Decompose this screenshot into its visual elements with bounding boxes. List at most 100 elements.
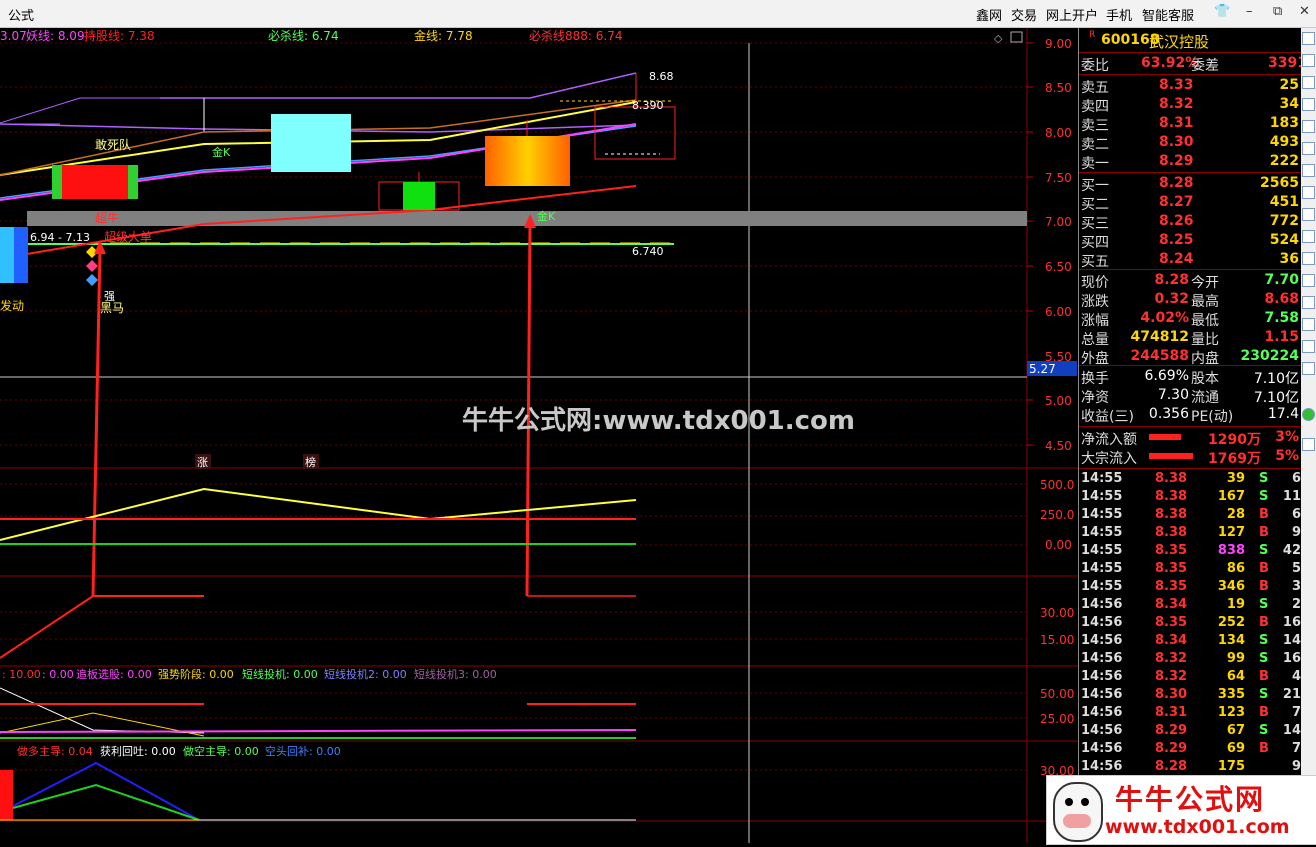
order-ratio-row: 委比 63.92% 委差 3391 bbox=[1079, 54, 1307, 74]
ask-label: 卖四 bbox=[1081, 99, 1109, 115]
quote-value: 230224 bbox=[1240, 348, 1299, 364]
fundamental-value: 6.69% bbox=[1144, 368, 1189, 384]
sub2-axis-label: 30.00 bbox=[1040, 606, 1074, 620]
circle-tool-icon[interactable] bbox=[1302, 408, 1315, 421]
tick-row: 14:56 8.34 134 S 14 bbox=[1079, 632, 1301, 650]
menu-mobile[interactable]: 手机 bbox=[1106, 5, 1132, 24]
menu-trade[interactable]: 交易 bbox=[1011, 5, 1037, 24]
close-icon[interactable]: ✕ bbox=[1299, 4, 1310, 19]
flow-pct: 5% bbox=[1275, 448, 1299, 464]
tool-icon[interactable] bbox=[1302, 98, 1315, 111]
bid-label: 买五 bbox=[1081, 254, 1109, 270]
price-axis-label: 6.50 bbox=[1045, 260, 1072, 274]
bid-price: 8.25 bbox=[1159, 232, 1194, 248]
ind-kill-line: 必杀线: 6.74 bbox=[268, 28, 339, 43]
bid-label: 买三 bbox=[1081, 216, 1109, 232]
tool-icon[interactable] bbox=[1302, 32, 1315, 45]
logo-url: www.tdx001.com bbox=[1105, 816, 1290, 838]
tool-icon[interactable] bbox=[1302, 76, 1315, 89]
menu-customer-service[interactable]: 智能客服 bbox=[1142, 5, 1194, 24]
pin-icon[interactable]: 👕 bbox=[1214, 4, 1230, 19]
bid-price: 8.24 bbox=[1159, 251, 1194, 267]
tick-row: 14:55 8.35 346 B 3 bbox=[1079, 578, 1301, 596]
tool-icon[interactable] bbox=[1302, 142, 1315, 155]
tick-volume: 175 bbox=[1217, 759, 1245, 774]
fundamental-value: 7.10亿 bbox=[1253, 371, 1299, 387]
tool-icon[interactable] bbox=[1302, 230, 1315, 243]
bid-price: 8.28 bbox=[1159, 175, 1194, 191]
tool-icon[interactable] bbox=[1302, 318, 1315, 331]
tool-icon[interactable] bbox=[1302, 252, 1315, 265]
quote-label: 总量 bbox=[1081, 332, 1109, 348]
fundamental-value: 7.10亿 bbox=[1253, 390, 1299, 406]
tick-price: 8.30 bbox=[1155, 687, 1188, 702]
quote-row: 涨幅 4.02% 最低 7.58 bbox=[1079, 309, 1301, 329]
quote-label: 涨跌 bbox=[1081, 294, 1109, 310]
tool-icon[interactable] bbox=[1302, 120, 1315, 133]
bid-label: 买一 bbox=[1081, 178, 1109, 194]
sub3-axis-label: 50.00 bbox=[1040, 687, 1074, 701]
restore-icon[interactable]: ⧉ bbox=[1273, 4, 1282, 19]
tick-side: S bbox=[1259, 489, 1269, 504]
tool-icon[interactable] bbox=[1302, 438, 1315, 451]
quote-row: 总量 474812 量比 1.15 bbox=[1079, 328, 1301, 348]
menu-xinwang[interactable]: 鑫网 bbox=[976, 5, 1002, 24]
cow-mascot-icon bbox=[1053, 782, 1103, 842]
candle-fire bbox=[485, 136, 570, 186]
tick-volume: 39 bbox=[1226, 471, 1245, 486]
quote-value: 1.15 bbox=[1264, 329, 1299, 345]
quote-value: 7.70 bbox=[1264, 272, 1299, 288]
sub4-legend-item: 做多主导: 0.04 bbox=[17, 744, 93, 758]
menu-open-account[interactable]: 网上开户 bbox=[1046, 5, 1098, 24]
price-axis-label: 4.50 bbox=[1045, 439, 1072, 453]
tick-time: 14:56 bbox=[1081, 615, 1123, 630]
tick-count: 6 bbox=[1291, 471, 1301, 486]
signal-diamond bbox=[86, 274, 98, 286]
divider bbox=[1079, 269, 1301, 270]
tool-icon[interactable] bbox=[1302, 296, 1315, 309]
title-bar: 公式 鑫网 交易 网上开户 手机 智能客服 👕 – ⧉ ✕ bbox=[0, 0, 1316, 28]
tick-count: 4 bbox=[1291, 669, 1301, 684]
ask-label: 卖一 bbox=[1081, 156, 1109, 172]
quote-value: 474812 bbox=[1130, 329, 1189, 345]
tick-price: 8.38 bbox=[1155, 489, 1188, 504]
label-main-force: 超级大单 bbox=[104, 229, 152, 244]
tool-icon[interactable] bbox=[1302, 164, 1315, 177]
tick-side: B bbox=[1259, 705, 1269, 720]
quote-panel: R 600168 武汉控股 委比 63.92% 委差 3391 卖五 8.33 25… bbox=[1078, 28, 1307, 843]
bid-row: 买二 8.27 451 bbox=[1079, 193, 1301, 213]
label-black-horse: 黑马 bbox=[100, 301, 124, 315]
quote-row: 外盘 244588 内盘 230224 bbox=[1079, 347, 1301, 367]
tick-row: 14:55 8.35 86 B 5 bbox=[1079, 560, 1301, 578]
chart-canvas[interactable]: 敢死队 金K 金K 超牛 超级大单 6.94 - 7.13 发动 强 黑马 8.… bbox=[0, 28, 1078, 843]
ask-volume: 493 bbox=[1269, 134, 1299, 150]
fundamental-row: 收益(三) 0.356 PE(动) 17.4 bbox=[1079, 405, 1301, 425]
ask-row: 卖一 8.29 222 bbox=[1079, 152, 1301, 172]
tool-icon[interactable] bbox=[1302, 362, 1315, 375]
quote-row: 涨跌 0.32 最高 8.68 bbox=[1079, 290, 1301, 310]
label-range: 6.94 - 7.13 bbox=[30, 231, 90, 244]
divider bbox=[1079, 468, 1301, 469]
tick-count: 42 bbox=[1282, 543, 1301, 558]
tick-time: 14:56 bbox=[1081, 723, 1123, 738]
diamond-icon[interactable]: ◇ bbox=[994, 32, 1003, 45]
tool-icon[interactable] bbox=[1302, 186, 1315, 199]
minimize-icon[interactable]: – bbox=[1246, 4, 1253, 19]
tick-side: S bbox=[1259, 597, 1269, 612]
price-axis-label: 5.00 bbox=[1045, 394, 1072, 408]
fundamental-label: 换手 bbox=[1081, 371, 1109, 387]
ask-row: 卖二 8.30 493 bbox=[1079, 133, 1301, 153]
chart-area[interactable]: 敢死队 金K 金K 超牛 超级大单 6.94 - 7.13 发动 强 黑马 8.… bbox=[0, 28, 1078, 843]
tick-row: 14:56 8.29 67 S 14 bbox=[1079, 722, 1301, 740]
tool-icon[interactable] bbox=[1302, 54, 1315, 67]
tool-icon[interactable] bbox=[1302, 274, 1315, 287]
tool-icon[interactable] bbox=[1302, 208, 1315, 221]
bid-volume: 451 bbox=[1269, 194, 1299, 210]
tick-row: 14:55 8.38 167 S 11 bbox=[1079, 488, 1301, 506]
quote-value: 7.58 bbox=[1264, 310, 1299, 326]
label-gold-k: 金K bbox=[212, 145, 231, 159]
panel-toggle-icon[interactable] bbox=[1010, 31, 1023, 43]
fundamental-label: 净资 bbox=[1081, 390, 1109, 406]
ask-volume: 222 bbox=[1269, 153, 1299, 169]
tool-icon[interactable] bbox=[1302, 340, 1315, 353]
